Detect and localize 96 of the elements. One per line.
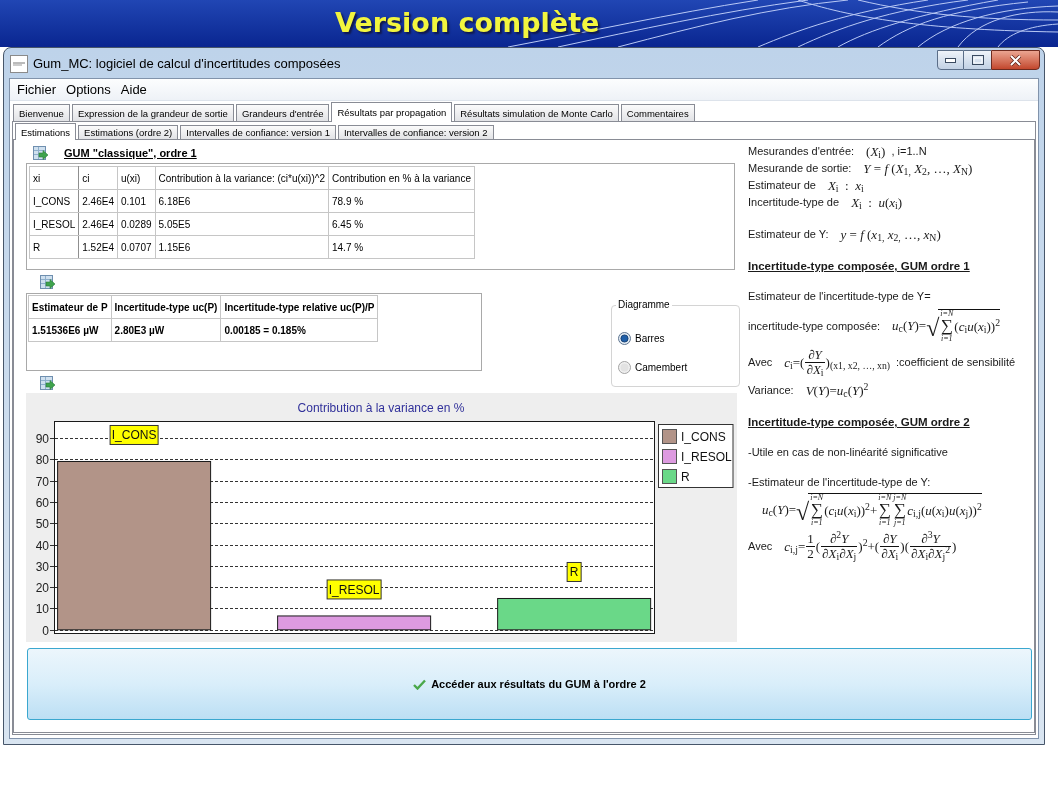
- table-cell: 0.0707: [117, 235, 156, 259]
- axis-tick-label: 80: [35, 452, 49, 467]
- axis-tick-label: 90: [35, 431, 49, 446]
- action-button[interactable]: Accéder aux résultats du GUM à l'ordre 2: [27, 648, 1032, 720]
- table-cell: I_CONS: [29, 189, 79, 213]
- legend-label: R: [681, 470, 690, 484]
- section-heading: Incertitude-type composée, GUM ordre 2: [748, 415, 971, 430]
- table-cell: 1.15E6: [155, 235, 329, 259]
- tab[interactable]: Commentaires: [620, 104, 695, 121]
- tab[interactable]: Estimations (ordre 2): [78, 125, 179, 139]
- axis-tick-label: 60: [35, 495, 49, 510]
- formula-label: Incertitude-type de: [748, 195, 840, 210]
- table-cell: 6.18E6: [155, 189, 329, 213]
- table-cell: 6.45 %: [328, 212, 475, 236]
- table-cell: 0.101: [117, 189, 156, 213]
- data-label: I_CONS: [109, 425, 159, 445]
- axis-tick-label: 70: [35, 474, 49, 489]
- tab[interactable]: Intervalles de confiance: version 1: [180, 125, 336, 139]
- table-cell: 0.00185 = 0.185%: [220, 318, 378, 342]
- table-cell: 0.0289: [117, 212, 156, 236]
- table-cell: 78.9 %: [328, 189, 475, 213]
- formula-label: Avec: [748, 539, 773, 554]
- table-cell: 14.7 %: [328, 235, 475, 259]
- formula-label: Mesurande de sortie:: [748, 161, 852, 176]
- window-title: Gum_MC: logiciel de calcul d'incertitudes composées: [33, 56, 341, 73]
- group-title: Diagramme: [616, 299, 672, 311]
- legend-label: I_CONS: [681, 430, 726, 444]
- radio-label[interactable]: Camembert: [635, 361, 688, 374]
- close-icon: [1009, 54, 1022, 66]
- column-header: u(xi): [117, 166, 156, 190]
- table-cell: I_RESOL: [29, 212, 79, 236]
- table-cell: 2.46E4: [78, 189, 118, 213]
- axis-tick-label: 0: [42, 623, 49, 638]
- axis-tick-label: 10: [35, 601, 49, 616]
- radio-label[interactable]: Barres: [635, 332, 665, 345]
- formula-label: incertitude-type composée:: [748, 318, 881, 334]
- radio-button[interactable]: [618, 361, 631, 374]
- description-text: -Utile en cas de non-linéarité significative: [748, 445, 949, 460]
- formula-label: Estimateur de Y:: [748, 227, 829, 242]
- minimize-icon: [945, 57, 956, 63]
- formula-label: Estimateur de: [748, 178, 816, 193]
- formula-label: Avec: [748, 355, 773, 370]
- chart-title: Contribution à la variance en %: [297, 401, 465, 415]
- axis-tick-label: 20: [35, 580, 49, 595]
- tab[interactable]: Grandeurs d'entrée: [235, 104, 330, 121]
- math-formula: X$_{i}$ : u(x$_{i}$): [851, 194, 903, 211]
- table-cell: 1.52E4: [78, 235, 118, 259]
- minimize-button[interactable]: [937, 50, 964, 70]
- axis-tick-label: 50: [35, 516, 49, 531]
- tab[interactable]: Intervalles de confiance: version 2: [337, 125, 494, 139]
- table-cell: 2.46E4: [78, 212, 118, 236]
- slide-title: Version complète: [335, 6, 600, 40]
- maximize-icon: [971, 55, 984, 65]
- tab[interactable]: Bienvenue: [13, 104, 70, 121]
- tab[interactable]: Résultats simulation de Monte Carlo: [454, 104, 619, 121]
- description-text: -Estimateur de l'incertitude-type de Y:: [748, 475, 932, 490]
- column-header: Incertitude-type uc(P): [111, 295, 221, 319]
- column-header: xi: [29, 166, 79, 190]
- tab[interactable]: Estimations: [15, 123, 77, 140]
- table-cell: R: [29, 235, 79, 259]
- math-formula: Y = f (X$_{1,}$ X$_{2}$, …, X$_{N}$): [863, 160, 973, 177]
- description-text: Estimateur de l'incertitude-type de Y=: [748, 289, 932, 304]
- column-header: Incertitude-type relative uc(P)/P: [220, 295, 378, 319]
- section-heading: Incertitude-type composée, GUM ordre 1: [748, 259, 971, 274]
- column-header: ci: [78, 166, 118, 190]
- maximize-button[interactable]: [964, 50, 991, 70]
- legend-label: I_RESOL: [681, 450, 732, 464]
- table-cell: 5.05E5: [155, 212, 329, 236]
- math-formula: X$_{i}$ : x$_{i}$: [827, 177, 864, 194]
- formula-label: Mesurandes d'entrée:: [748, 144, 855, 159]
- data-label: R: [566, 562, 582, 582]
- table-cell: 2.80E3 µW: [111, 318, 221, 342]
- axis-tick-label: 40: [35, 538, 49, 553]
- tab[interactable]: Résultats par propagation: [331, 102, 453, 122]
- data-label: I_RESOL: [326, 579, 382, 600]
- column-header: Contribution en % à la variance: [328, 166, 475, 190]
- tab[interactable]: Expression de la grandeur de sortie: [71, 104, 234, 121]
- math-formula: (X$_{i}$): [866, 143, 886, 160]
- close-button[interactable]: [991, 50, 1040, 70]
- axis-tick-label: 30: [35, 559, 49, 574]
- math-formula: V(Y)=u$_{c}$(Y)$^{2}$: [805, 382, 869, 399]
- column-header: Contribution à la variance: (ci*u(xi))^2: [155, 166, 329, 190]
- app-icon: [10, 55, 28, 73]
- formula-note: , i=1..N: [891, 144, 927, 159]
- menu-item[interactable]: Options: [65, 81, 112, 98]
- math-formula: c$_{i}$=( ∂Y ∂X$_{i}$ )$_{(x1, x2, …, xn)}$: [784, 348, 890, 377]
- formula-label: Variance:: [748, 383, 794, 398]
- check-icon: [413, 678, 427, 690]
- table-title: GUM "classique", ordre 1: [64, 145, 197, 160]
- formula-note: :coefficient de sensibilité: [896, 355, 1016, 370]
- radio-button[interactable]: [618, 332, 631, 345]
- menu-item[interactable]: Fichier: [16, 81, 57, 98]
- menu-item[interactable]: Aide: [119, 81, 148, 98]
- math-formula: y = f (x$_{1,}$ x$_{2,}$ …, x$_{N}$): [840, 226, 941, 243]
- column-header: Estimateur de P: [28, 295, 112, 319]
- table-cell: 1.51536E6 µW: [28, 318, 112, 342]
